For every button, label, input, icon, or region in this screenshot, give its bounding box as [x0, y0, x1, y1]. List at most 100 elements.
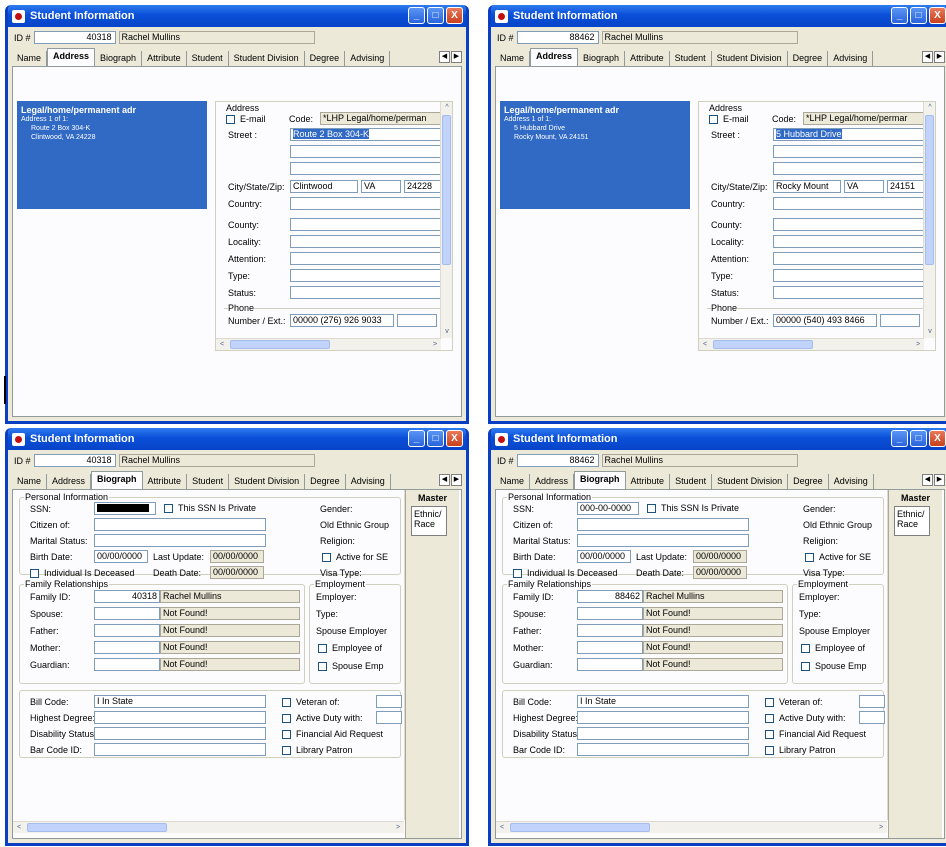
mother-id-field[interactable]: [577, 641, 643, 654]
tab-left-arrow-icon[interactable]: ◀: [439, 474, 450, 486]
id-field[interactable]: 88462: [516, 31, 599, 44]
maximize-button[interactable]: □: [910, 7, 927, 24]
phone-field[interactable]: 00000 (276) 926 9033: [290, 314, 394, 327]
tab-advising[interactable]: Advising: [345, 51, 391, 66]
spouse-id-field[interactable]: [94, 607, 160, 620]
locality-field[interactable]: [290, 235, 441, 248]
bill-code-field[interactable]: I In State: [94, 695, 266, 708]
vertical-scrollbar[interactable]: ^v: [440, 102, 452, 338]
family-id-field[interactable]: 88462: [577, 590, 643, 603]
tab-attribute[interactable]: Attribute: [143, 474, 188, 489]
minimize-button[interactable]: _: [408, 430, 425, 447]
attention-field[interactable]: [773, 252, 924, 265]
scroll-up-icon[interactable]: ^: [441, 102, 453, 114]
tab-degree[interactable]: Degree: [305, 51, 346, 66]
tab-student-division[interactable]: Student Division: [229, 474, 306, 489]
citizen-field[interactable]: [94, 518, 266, 531]
mother-id-field[interactable]: [94, 641, 160, 654]
spouse-id-field[interactable]: [577, 607, 643, 620]
active-duty-field[interactable]: [376, 711, 402, 724]
scroll-right-icon[interactable]: >: [392, 822, 404, 834]
street-field-3[interactable]: [773, 162, 924, 175]
tab-attribute[interactable]: Attribute: [626, 474, 671, 489]
disability-field[interactable]: [577, 727, 749, 740]
horizontal-scrollbar[interactable]: < >: [216, 338, 441, 350]
minimize-button[interactable]: _: [408, 7, 425, 24]
tab-student-division[interactable]: Student Division: [712, 474, 789, 489]
horizontal-scrollbar[interactable]: < >: [496, 821, 887, 833]
tab-name[interactable]: Name: [495, 474, 531, 489]
scroll-left-icon[interactable]: <: [216, 339, 228, 351]
birth-date-field[interactable]: 00/00/0000: [94, 550, 148, 563]
father-id-field[interactable]: [94, 624, 160, 637]
ssn-private-checkbox[interactable]: [647, 504, 656, 513]
tab-degree[interactable]: Degree: [788, 474, 829, 489]
citizen-field[interactable]: [577, 518, 749, 531]
library-checkbox[interactable]: [282, 746, 291, 755]
employee-of-checkbox[interactable]: [801, 644, 810, 653]
active-duty-checkbox[interactable]: [282, 714, 291, 723]
zip-field[interactable]: 24228: [404, 180, 441, 193]
birth-date-field[interactable]: 00/00/0000: [577, 550, 631, 563]
father-id-field[interactable]: [577, 624, 643, 637]
city-field[interactable]: Clintwood: [290, 180, 358, 193]
tab-address[interactable]: Address: [530, 474, 575, 489]
tab-right-arrow-icon[interactable]: ▶: [451, 474, 462, 486]
finaid-checkbox[interactable]: [765, 730, 774, 739]
active-duty-checkbox[interactable]: [765, 714, 774, 723]
tab-name[interactable]: Name: [12, 51, 48, 66]
barcode-field[interactable]: [577, 743, 749, 756]
ethnic-race-button[interactable]: Ethnic/Race: [411, 506, 447, 536]
employee-of-checkbox[interactable]: [318, 644, 327, 653]
close-button[interactable]: X: [929, 430, 946, 447]
tab-name[interactable]: Name: [12, 474, 48, 489]
ssn-field[interactable]: [94, 502, 156, 515]
tab-address[interactable]: Address: [47, 474, 92, 489]
scroll-thumb[interactable]: [27, 823, 167, 832]
scroll-down-icon[interactable]: v: [441, 326, 453, 338]
tab-attribute[interactable]: Attribute: [625, 51, 670, 66]
minimize-button[interactable]: _: [891, 7, 908, 24]
scroll-down-icon[interactable]: v: [924, 326, 936, 338]
veteran-field[interactable]: [859, 695, 885, 708]
title-bar[interactable]: Student Information _ □ X: [8, 5, 466, 27]
tab-degree[interactable]: Degree: [788, 51, 829, 66]
marital-field[interactable]: [577, 534, 749, 547]
library-checkbox[interactable]: [765, 746, 774, 755]
tab-address[interactable]: Address: [530, 48, 579, 66]
maximize-button[interactable]: □: [427, 430, 444, 447]
tab-address[interactable]: Address: [47, 48, 96, 66]
guardian-id-field[interactable]: [577, 658, 643, 671]
active-checkbox[interactable]: [805, 553, 814, 562]
phone-ext-field[interactable]: [397, 314, 437, 327]
country-field[interactable]: [773, 197, 924, 210]
tab-advising[interactable]: Advising: [829, 474, 874, 489]
deceased-checkbox[interactable]: [513, 569, 522, 578]
tab-student[interactable]: Student: [670, 474, 713, 489]
street-field-3[interactable]: [290, 162, 441, 175]
id-field[interactable]: 88462: [516, 454, 599, 467]
tab-student[interactable]: Student: [670, 51, 712, 66]
horizontal-scrollbar[interactable]: < >: [699, 338, 924, 350]
state-field[interactable]: VA: [844, 180, 884, 193]
locality-field[interactable]: [773, 235, 924, 248]
street-field[interactable]: 5 Hubbard Drive: [773, 128, 924, 141]
tab-attribute[interactable]: Attribute: [142, 51, 187, 66]
tab-student[interactable]: Student: [187, 474, 230, 489]
tab-right-arrow-icon[interactable]: ▶: [451, 51, 462, 63]
vertical-scrollbar[interactable]: ^v: [923, 102, 935, 338]
title-bar[interactable]: Student Information _ □ X: [491, 428, 946, 450]
ethnic-race-button[interactable]: Ethnic/Race: [894, 506, 930, 536]
highest_degree-field[interactable]: [577, 711, 749, 724]
city-field[interactable]: Rocky Mount: [773, 180, 841, 193]
tab-biograph[interactable]: Biograph: [578, 51, 626, 66]
tab-advising[interactable]: Advising: [346, 474, 391, 489]
scroll-left-icon[interactable]: <: [13, 822, 25, 834]
veteran-checkbox[interactable]: [765, 698, 774, 707]
ssn-field[interactable]: 000-00-0000: [577, 502, 639, 515]
country-field[interactable]: [290, 197, 441, 210]
type-field[interactable]: [773, 269, 924, 282]
address-list[interactable]: Legal/home/permanent adr Address 1 of 1: 5…: [500, 101, 690, 209]
type-field[interactable]: [290, 269, 441, 282]
disability-field[interactable]: [94, 727, 266, 740]
